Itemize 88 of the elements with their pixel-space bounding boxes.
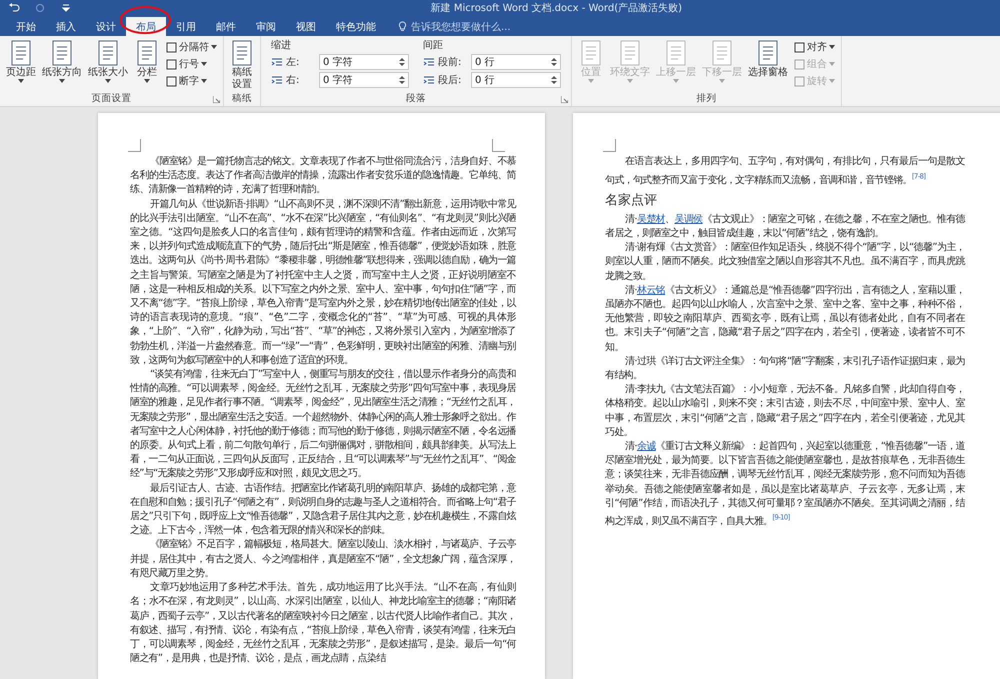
paragraph: 《陋室铭》是一篇托物言志的铭文。文章表现了作者不与世俗同流合污，洁身自好、不慕名利的生活态度。表达了作者高洁傲岸的情操，流露出作者安贫乐道的隐逸情趣。它单纯、简练、清新像一首精粹的诗，充满了哲理和情韵。 <box>130 155 516 198</box>
caret-icon <box>829 79 835 83</box>
spin-field[interactable]: 0 字符 <box>319 54 409 70</box>
ribbon-button[interactable]: 断字 <box>164 73 219 89</box>
caret-icon <box>211 45 217 49</box>
caret-icon <box>201 62 207 66</box>
group-label: 段落 <box>406 92 426 106</box>
window-title: 新建 Microsoft Word 文档.docx - Word(产品激活失败) <box>430 2 682 15</box>
paragraph: 清·余诚《重订古文释义新编》：起首四句，兴起室以德重意，“惟吾德馨”一语，道尽陋室增光处，最为简要。以下皆言吾德之能使陋室馨也，是故苔痕草色，无非吾德生意；谈笑往来，无非吾德应酬，调琴无丝竹乱耳，阅经无案牍劳形，愈不问而知为吾德举动矣。吾德之能使陋室馨者如是，虽以是室比诸葛草庐、子云玄亭，无多让焉，末引“何陋”作结，而语决孔子，其德又何可量耶？室虽陋亦不陋矣。至其词调之清丽，结构之浑成，则又虽不满百字，自具大雅。$^{[9-10]}$ <box>605 440 965 530</box>
paragraph: 在语言表达上，多用四字句、五字句，有对偶句，有排比句，只有最后一句是散文句式，句式整齐而又富于变化，文字精练而又流畅，音调和谐，音节铿锵。$^{[7-8]}$ <box>605 155 965 188</box>
margin-mark <box>128 139 141 152</box>
ribbon-tab[interactable]: 开始 <box>6 17 46 36</box>
ribbon-tab[interactable]: 引用 <box>166 17 206 36</box>
ribbon-tab[interactable]: 插入 <box>46 17 86 36</box>
square-icon <box>794 76 805 86</box>
caret-icon <box>59 79 65 83</box>
ribbon-button[interactable]: 页边距 <box>4 38 38 92</box>
ribbon-tab[interactable]: 设计 <box>86 17 126 36</box>
author-link[interactable]: 吴调侯 <box>674 214 703 225</box>
spacing-icon <box>423 56 435 68</box>
group-label: 页面设置 <box>92 92 132 106</box>
paragraph: 清·李扶九《古文笔法百篇》：小小短章，无法不备。凡铭多自警，此却自得自夸，体格稍变。起以山水喻引，则来不突；末引古迹，则去不尽，中间室中景、室中人、室中事，布置层次，末引“何陋”之言，隐藏“君子居之”四字在内，若全引便著迹，尤见其巧处。 <box>605 383 965 440</box>
ribbon-button[interactable]: 分栏 <box>132 38 162 92</box>
tell-me-field[interactable]: 告诉我您想要做什么... <box>398 17 511 36</box>
spin-field[interactable]: 0 字符 <box>319 72 409 88</box>
ribbon-button[interactable]: 稿纸设置 <box>228 38 256 92</box>
spinner-icon[interactable] <box>399 75 405 85</box>
paragraph: 清·吴楚材、吴调侯《古文观止》：陋室之可铭，在德之馨，不在室之陋也。惟有德者居之，则陋室之中，触目皆成佳趣，末以“何陋”结之，饶有逸韵。 <box>605 212 965 241</box>
spinner-icon[interactable] <box>551 75 557 85</box>
ribbon-button[interactable]: 纸张大小 <box>86 38 130 92</box>
spinner-icon[interactable] <box>399 57 405 67</box>
customize-icon[interactable] <box>60 2 72 14</box>
paragraph: 开篇几句从《世说新语·排调》“山不高则不灵，渊不深则不清”翻出新意，运用诗歌中常见的比兴手法引出陋室。“山不在高”、“水不在深”比兴陋室，“有仙则名”、“有龙则灵”则比兴陋室之德。“这四句是脍炙人口的名言佳句，颇有哲理诗的精警和含蕴。作者由远而近，次第写来，以并列句式造成顺流直下的气势，随后托出“斯是陋室，惟吾德馨”，便觉妙语如珠，胜意迭出。这两句从《尚书·周书·君陈》“黍稷非馨，明德惟馨”联想得来，强调以德自励，确为一篇之主旨与警策。写陋室之陋是为了衬托室中主人之贤，而写室中主人之贤，正好说明陋室不陋，这是一种相反相成的关系。以下写室之内外之景、室中人、室中事，句句扣住“陋”字，而又不离“德”字。“苔痕上阶绿，草色入帘青”是写室内外之景，妙在精切地传出陋室的佳处，以诗的语言表现诗的意境。“痕”、“色”二字，变概念化的“苔”、“草”为可感、可视的具体形象，“上阶”、“入帘”，化静为动，写出“苔”、“草”的神态，又将外景引入室内，为陋室增添了勃勃生机，洋溢一片盎然春意。而一“绿”一“青”，色彩鲜明，更映衬出陋室的闲雅、清幽与别致，这两句为叙写陋室中的人和事创造了适宜的环境。 <box>130 198 516 368</box>
ribbon-button[interactable]: 纸张方向 <box>40 38 84 92</box>
square-icon <box>166 42 177 52</box>
launcher-icon[interactable] <box>561 96 568 103</box>
undo-icon[interactable] <box>8 2 20 14</box>
caret-icon <box>144 79 150 83</box>
field-label: 段前: <box>438 56 462 69</box>
paragraph: 清·谢有煇《古文赏音》：陋室但作知足语头，终脱不得个“陋”字，以“德馨”为主，则室以人重，陋而不陋矣。此文独借室之陋以自形容其不凡也。虽不满百字，而具虎跳龙腾之致。 <box>605 241 965 284</box>
square-icon <box>794 42 805 52</box>
ribbon-button[interactable]: 对齐 <box>792 39 837 55</box>
spacing-icon <box>423 74 435 86</box>
caret-icon <box>719 79 725 83</box>
spacing-icon <box>271 74 283 86</box>
spinner-icon[interactable] <box>551 57 557 67</box>
ribbon-tab[interactable]: 邮件 <box>206 17 246 36</box>
square-icon <box>166 76 177 86</box>
square-icon <box>794 58 805 70</box>
caret-icon <box>673 79 679 83</box>
caret-icon <box>588 79 594 83</box>
caret-icon <box>829 62 835 66</box>
group-heading: 间距 <box>423 39 444 52</box>
margin-mark <box>603 139 616 152</box>
margin-mark <box>492 139 505 152</box>
ribbon-button[interactable]: 分隔符 <box>164 39 219 55</box>
paragraph: 清·过珙《详订古文评注全集》：句句将“陋”字翻案，末引孔子语作证据归束，最为有结构。 <box>605 354 965 383</box>
group-heading: 缩进 <box>271 38 292 52</box>
field-label: 段后: <box>438 74 462 87</box>
spin-field[interactable]: 0 行 <box>471 72 561 88</box>
group-label: 排列 <box>696 92 716 106</box>
spacing-icon <box>271 56 283 68</box>
paragraph: “谈笑有鸿儒，往来无白丁”写室中人，侧重写与朋友的交往，借以显示作者身分的高贵和性情的高雅。“可以调素琴，阅金经。无丝竹之乱耳，无案牍之劳形”四句写室中事，表现身居陋室的雅趣，足见作者行事不陋。“调素琴，阅金经”，见出陋室生活之清雅；“无丝竹之乱耳，无案牍之劳形”，显出陋室生活之安适。一个超然物外、体静心闲的高人雅士形象呼之欲出。作者写室中之人心闲体静，衬托他的勤于修德；而写他的勤于修德，则揭示陋室不陋，令名远播的原委。从句式上看，前二句散句单行，后二句骈俪偶对，骈散相间，颇具韵律美。从写法上看，一二句从正面说，三四句从反面写，正反结合，且“可以调素琴”与“无丝竹之乱耳”、“阅金经”与“无案牍之劳形”又形成呼应和对照，颇见文思之巧。 <box>130 368 516 482</box>
launcher-icon[interactable] <box>213 96 220 103</box>
square-icon <box>166 58 177 70</box>
caret-icon <box>18 79 24 83</box>
lightbulb-icon <box>398 21 407 32</box>
author-link[interactable]: 余诚 <box>636 440 656 452</box>
author-link[interactable]: 吴楚材 <box>636 214 666 225</box>
ribbon-button[interactable]: 行号 <box>164 56 219 72</box>
ribbon-tab[interactable]: 特色功能 <box>326 17 386 36</box>
group-label: 稿纸 <box>232 92 252 106</box>
paragraph: 《陋室铭》不足百字，篇幅极短，格局甚大。陋室以陵山、淡水相衬，与诸葛庐、子云亭并提，居住其中，有古之贤人、今之鸿儒相伴，真是陋室不“陋”，全文想象广阔，蕴含深厚，有咫尺藏万里之势。 <box>130 538 516 581</box>
spin-field[interactable]: 0 行 <box>471 54 561 70</box>
caret-icon <box>627 79 633 83</box>
section-heading: 名家点评 <box>605 190 658 209</box>
caret-icon <box>105 79 111 83</box>
author-link[interactable]: 林云铭 <box>636 284 666 296</box>
paragraph: 清·林云铭《古文析义》：通篇总是“惟吾德馨”四字衍出，言有德之人，室藉以重，虽陋亦不陋也。起四句以山水喻人，次言室中之景、室中之客、室中之事，种种不俗，无他繁营，即较之南阳草庐、西蜀玄亭，既有让焉，虽以有德者处此，自有不同者在也。末引夫子“何陋”之言，隐藏“君子居之”四字在内，若全引，便著迹，读者皆不可不知。 <box>605 284 965 355</box>
field-label: 右: <box>286 74 300 87</box>
caret-icon <box>201 79 207 83</box>
field-label: 左: <box>286 56 300 69</box>
ribbon-button[interactable]: 选择窗格 <box>746 38 790 92</box>
paragraph: 最后引证古人、古迹、古语作结。把陋室比作诸葛孔明的南阳草庐、扬雄的成都宅第，意在自慰和自勉；援引孔子“何陋之有”，则说明自身的志趣与圣人之道相符合。而省略上句“君子居之”只引下句，既呼应上文“惟吾德馨”，又隐含君子居住其内之意，妙在机趣横生，不露自炫之迹。上下古今，浑然一体，包含着无限的情兴和深长的韵味。 <box>130 482 516 538</box>
caret-icon <box>829 45 835 49</box>
paragraph: 文章巧妙地运用了多种艺术手法。首先，成功地运用了比兴手法。“山不在高，有仙则名；水不在深，有龙则灵”，以山高、水深引出陋室，以仙人、神龙比喻室主的德馨；“南阳诸葛庐，西蜀子云亭”，又以古代著名的陋室映衬今日之陋室，以古代贤人比喻作者自己。其次，有叙述、描写，有抒情、议论，有染有点，“苔痕上阶绿，草色入帘青，谈笑有鸿儒，往来无白丁，可以调素琴，阅金经，无丝竹之乱耳，无案牍之劳形”，是叙述描写，是染。最后一句“何陋之有”，是用典，也是抒情、议论，是点，画龙点睛，点染结 <box>130 581 516 666</box>
ribbon-tab[interactable]: 视图 <box>286 17 326 36</box>
ribbon-tab[interactable]: 审阅 <box>246 17 286 36</box>
